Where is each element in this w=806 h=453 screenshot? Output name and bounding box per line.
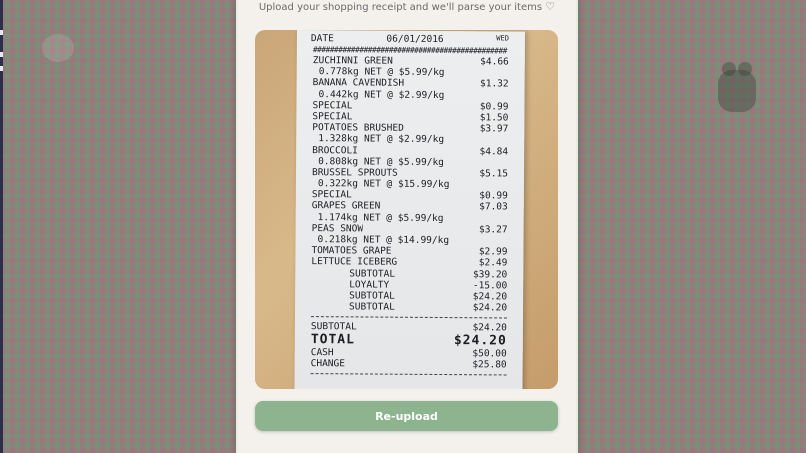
receipt-item-name: TOTAL xyxy=(310,332,356,347)
receipt-lines: ZUCHINNI GREEN $4.66 0.778kg NET @ $5.99/k… xyxy=(295,55,525,314)
receipt-item-amount: $4.66 xyxy=(480,56,509,68)
receipt-item-name: 0.218kg NET @ $14.99/kg xyxy=(317,234,450,247)
receipt-item-name: 0.778kg NET @ $5.99/kg xyxy=(318,66,445,79)
receipt-item-amount: $3.27 xyxy=(478,224,508,236)
bear-decoration-icon xyxy=(718,62,756,114)
receipt-item-amount: $7.03 xyxy=(479,201,508,213)
receipt-item-name: 1.328kg NET @ $2.99/kg xyxy=(318,133,445,146)
upload-hint: Upload your shopping receipt and we'll p… xyxy=(238,0,576,14)
upload-hint-text: Upload your shopping receipt and we'll p… xyxy=(258,2,543,13)
receipt-item-amount: $0.99 xyxy=(479,190,508,202)
date-label: DATE xyxy=(310,33,334,45)
receipt-item-amount: $1.32 xyxy=(479,78,509,90)
receipt-item-name: BROCCOLI xyxy=(312,144,358,156)
dashed-separator xyxy=(310,316,507,319)
receipt-item-amount: $3.97 xyxy=(479,123,509,135)
receipt-item-name: LETTUCE ICEBERG xyxy=(311,256,398,269)
receipt-item-amount: $39.20 xyxy=(472,268,508,281)
receipt-item-name: CASH xyxy=(310,346,334,358)
receipt-item-name: CHANGE xyxy=(310,357,346,370)
reupload-button[interactable]: Re-upload xyxy=(255,401,558,431)
receipt-item-amount: $4.84 xyxy=(479,145,509,157)
receipt-day: WED xyxy=(496,34,509,43)
receipt-item-name: BRUSSEL SPROUTS xyxy=(311,166,398,179)
receipt-item-amount: $0.99 xyxy=(479,101,509,113)
dashed-separator-bottom xyxy=(310,372,507,376)
receipt-item-name: LOYALTY xyxy=(349,279,390,291)
receipt-item-name: 0.322kg NET @ $15.99/kg xyxy=(317,178,450,191)
receipt-item-amount: $24.20 xyxy=(472,302,508,314)
receipt-item-amount: $1.50 xyxy=(479,112,509,124)
receipt-item-name: GRAPES GREEN xyxy=(311,200,381,213)
receipt-item-name: SUBTOTAL xyxy=(349,301,395,313)
receipt-date: 06/01/2016 xyxy=(386,33,444,46)
receipt-item-name: SPECIAL xyxy=(312,99,353,112)
receipt-item-amount: $5.15 xyxy=(479,168,509,180)
receipt-item-amount: -15.00 xyxy=(472,279,508,292)
receipt-item-name: SPECIAL xyxy=(312,111,353,123)
receipt-item-amount: $2.99 xyxy=(478,246,508,258)
receipt-item-name: SPECIAL xyxy=(311,189,352,201)
receipt-paper: DATE 06/01/2016 WED ####################… xyxy=(294,30,525,389)
receipt-item-name: SUBTOTAL xyxy=(349,267,396,280)
receipt-item-name: BANANA CAVENDISH xyxy=(312,77,405,90)
heart-icon: ♡ xyxy=(545,0,556,13)
receipt-image: DATE 06/01/2016 WED ####################… xyxy=(255,30,558,389)
receipt-totals: SUBTOTAL $24.20 TOTAL $24.20 CASH $50.00 CHANG… xyxy=(295,321,523,370)
receipt-item-amount: $24.20 xyxy=(472,322,507,334)
receipt-item-name: 0.442kg NET @ $2.99/kg xyxy=(318,88,445,101)
left-window-edge xyxy=(0,0,3,453)
background-decoration xyxy=(42,34,74,62)
receipt-line: CHANGE $25.80 xyxy=(295,358,523,371)
receipt-item-name: SUBTOTAL xyxy=(310,321,357,333)
receipt-item-name: ZUCHINNI GREEN xyxy=(312,55,393,67)
receipt-item-amount: $25.80 xyxy=(472,358,507,371)
receipt-item-name: SUBTOTAL xyxy=(349,290,395,302)
receipt-item-name: TOMATOES GRAPE xyxy=(311,245,392,257)
upload-panel: Upload your shopping receipt and we'll p… xyxy=(236,0,578,453)
receipt-item-amount: $24.20 xyxy=(472,291,508,303)
receipt-item-amount: $50.00 xyxy=(472,347,507,359)
receipt-item-name: 0.808kg NET @ $5.99/kg xyxy=(318,155,444,168)
receipt-item-name: PEAS SNOW xyxy=(311,222,364,235)
receipt-date-row: DATE 06/01/2016 WED xyxy=(297,30,525,47)
receipt-item-amount: $2.49 xyxy=(478,257,508,269)
receipt-item-name: 1.174kg NET @ $5.99/kg xyxy=(317,211,444,224)
receipt-line: SUBTOTAL $24.20 xyxy=(295,301,523,314)
receipt-item-amount: $24.20 xyxy=(453,332,507,348)
receipt-item-name: POTATOES BRUSHED xyxy=(312,122,404,134)
